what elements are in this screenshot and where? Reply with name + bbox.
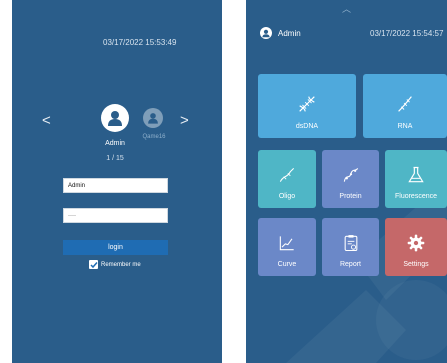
current-user-name: Admin bbox=[105, 140, 125, 147]
tile-fluorescence[interactable]: Fluorescence bbox=[385, 150, 447, 208]
admin-avatar[interactable] bbox=[101, 104, 129, 132]
tile-label: RNA bbox=[397, 123, 413, 130]
flask-icon bbox=[408, 166, 424, 183]
tile-label: Oligo bbox=[278, 193, 296, 200]
check-icon bbox=[89, 261, 98, 268]
remember-checkbox[interactable] bbox=[89, 260, 98, 269]
oligo-icon bbox=[279, 167, 295, 182]
tile-label: dsDNA bbox=[295, 123, 319, 130]
home-timestamp: 03/17/2022 15:54:57 bbox=[370, 29, 444, 38]
password-field[interactable]: ···· bbox=[63, 208, 168, 223]
tile-rna[interactable]: RNA bbox=[363, 74, 447, 138]
tile-label: Report bbox=[339, 261, 361, 268]
login-button[interactable]: login bbox=[63, 240, 168, 255]
tile-oligo[interactable]: Oligo bbox=[258, 150, 316, 208]
user-icon bbox=[148, 113, 158, 124]
chevron-up-icon[interactable]: ︿ bbox=[342, 2, 351, 15]
prev-user-arrow[interactable]: < bbox=[42, 113, 51, 128]
other-user-avatar[interactable] bbox=[143, 108, 163, 128]
tile-label: Settings bbox=[403, 261, 429, 268]
tile-settings[interactable]: Settings bbox=[385, 218, 447, 276]
tile-protein[interactable]: Protein bbox=[322, 150, 379, 208]
user-icon bbox=[108, 111, 122, 126]
home-screen: ︿ Admin 03/17/2022 15:54:57 dsDNA RNA Ol… bbox=[246, 0, 447, 363]
user-counter: 1 / 15 bbox=[106, 155, 124, 162]
other-user-name: Qame16 bbox=[142, 134, 166, 140]
rna-icon bbox=[398, 96, 412, 112]
remember-label: Remember me bbox=[101, 261, 141, 268]
tile-label: Curve bbox=[277, 261, 297, 268]
username-field[interactable]: Admin bbox=[63, 178, 168, 193]
home-user-name: Admin bbox=[278, 28, 301, 38]
next-user-arrow[interactable]: > bbox=[180, 113, 189, 128]
report-icon bbox=[344, 235, 357, 252]
tile-dsdna[interactable]: dsDNA bbox=[258, 74, 356, 138]
user-chip[interactable]: Admin bbox=[260, 27, 301, 39]
remember-me[interactable]: Remember me bbox=[89, 260, 141, 269]
login-timestamp: 03/17/2022 15:53:49 bbox=[103, 38, 177, 47]
user-icon bbox=[260, 27, 272, 39]
tile-curve[interactable]: Curve bbox=[258, 218, 316, 276]
dna-icon bbox=[299, 96, 315, 112]
tile-label: Protein bbox=[339, 193, 362, 200]
login-screen: 03/17/2022 15:53:49 < > Admin Qame16 1 /… bbox=[12, 0, 222, 363]
protein-icon bbox=[343, 168, 358, 182]
curve-icon bbox=[279, 236, 294, 251]
gear-icon bbox=[407, 234, 425, 252]
tile-label: Fluorescence bbox=[394, 193, 438, 200]
tile-report[interactable]: Report bbox=[322, 218, 379, 276]
